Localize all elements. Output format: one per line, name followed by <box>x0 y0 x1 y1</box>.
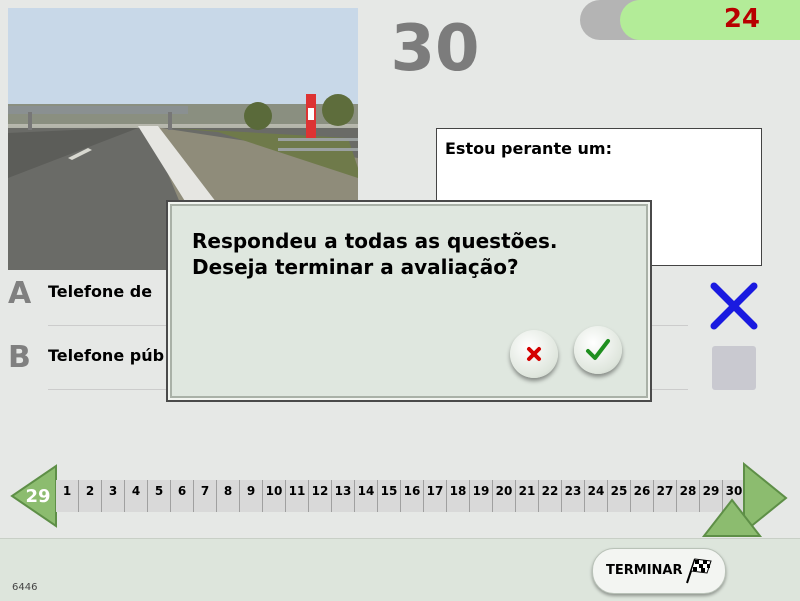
timeline-cell[interactable]: 18 <box>447 480 470 512</box>
timer: 24 <box>580 0 800 40</box>
answer-letter: B <box>8 340 31 375</box>
timeline-cell[interactable]: 19 <box>470 480 493 512</box>
timeline-cell[interactable]: 21 <box>516 480 539 512</box>
dialog-message: Respondeu a todas as questões. Deseja te… <box>192 228 557 280</box>
timeline-cell[interactable]: 5 <box>148 480 171 512</box>
session-code: 6446 <box>12 582 38 593</box>
timeline-cell[interactable]: 9 <box>240 480 263 512</box>
red-x-icon <box>527 347 541 361</box>
dialog-line-1: Respondeu a todas as questões. <box>192 229 558 253</box>
answer-text: Telefone de <box>48 282 153 301</box>
timeline-cell[interactable]: 4 <box>125 480 148 512</box>
question-number: 30 <box>390 12 480 86</box>
green-check-icon <box>586 339 610 360</box>
timeline-cell[interactable]: 11 <box>286 480 309 512</box>
finish-button-label: TERMINAR <box>606 563 683 578</box>
timeline-cell[interactable]: 6 <box>171 480 194 512</box>
answer-letter: A <box>8 276 32 311</box>
timeline-cell[interactable]: 16 <box>401 480 424 512</box>
timeline-cell[interactable]: 25 <box>608 480 631 512</box>
timeline-cell[interactable]: 23 <box>562 480 585 512</box>
timeline-cell[interactable]: 22 <box>539 480 562 512</box>
dialog-line-2: Deseja terminar a avaliação? <box>192 255 519 279</box>
timeline-cell[interactable]: 15 <box>378 480 401 512</box>
timeline-cell[interactable]: 10 <box>263 480 286 512</box>
next-arrow-icon[interactable] <box>700 462 790 538</box>
question-prompt: Estou perante um: <box>445 139 612 158</box>
confirm-button[interactable] <box>574 326 622 374</box>
timeline-cell[interactable]: 28 <box>677 480 700 512</box>
timeline-cell[interactable]: 20 <box>493 480 516 512</box>
timeline-cell[interactable]: 1 <box>56 480 79 512</box>
cancel-button[interactable] <box>510 330 558 378</box>
answer-text: Telefone púb <box>48 346 165 365</box>
timeline-cell[interactable]: 27 <box>654 480 677 512</box>
timer-fill <box>620 0 800 40</box>
timeline-cell[interactable]: 13 <box>332 480 355 512</box>
wrong-mark-icon <box>708 280 760 332</box>
current-question-indicator: 29 <box>25 486 51 507</box>
finish-button[interactable]: TERMINAR <box>592 548 726 594</box>
question-timeline: 1 2 3 4 5 6 7 8 9 10 11 12 13 14 15 16 17 18 19 20 21 22 23 24 2… <box>56 480 746 512</box>
timeline-cell[interactable]: 12 <box>309 480 332 512</box>
timer-value: 24 <box>723 4 760 34</box>
timeline-cell[interactable]: 3 <box>102 480 125 512</box>
confirm-dialog: Respondeu a todas as questões. Deseja te… <box>166 200 652 402</box>
checkered-flag-icon <box>686 558 712 584</box>
timeline-cell[interactable]: 7 <box>194 480 217 512</box>
timeline-cell[interactable]: 26 <box>631 480 654 512</box>
timeline-cell[interactable]: 14 <box>355 480 378 512</box>
timeline-cell[interactable]: 24 <box>585 480 608 512</box>
timeline-cell[interactable]: 8 <box>217 480 240 512</box>
timeline-cell[interactable]: 2 <box>79 480 102 512</box>
timeline-cell[interactable]: 17 <box>424 480 447 512</box>
empty-mark-box <box>712 346 756 390</box>
